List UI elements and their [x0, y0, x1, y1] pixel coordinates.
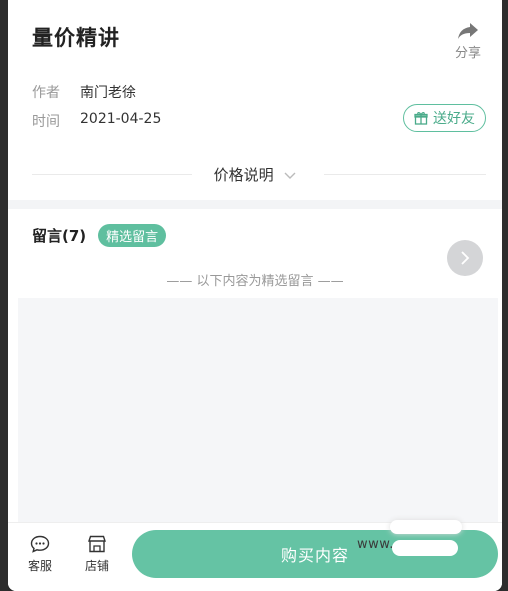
comments-header: 留言(7) 精选留言 [32, 224, 167, 247]
shop-button[interactable]: 店铺 [77, 535, 117, 574]
gift-icon [414, 112, 428, 125]
price-note-toggle[interactable]: 价格说明 [8, 164, 502, 185]
chevron-right-icon [461, 251, 470, 265]
share-label: 分享 [454, 46, 481, 61]
author-name: 南门老徐 [80, 85, 136, 101]
gift-friend-button[interactable]: 送好友 [403, 104, 486, 132]
page-title: 量价精讲 [32, 26, 120, 50]
section-gap [8, 200, 502, 209]
share-icon [458, 23, 478, 39]
watermark-smudge-2 [392, 540, 458, 556]
price-note-label: 价格说明 [213, 166, 274, 184]
comments-title: 留言(7) [32, 227, 87, 245]
share-button[interactable]: 分享 [450, 22, 486, 61]
background-right [502, 0, 508, 591]
customer-service-button[interactable]: 客服 [20, 535, 60, 574]
selected-comments-badge[interactable]: 精选留言 [98, 224, 167, 247]
author-row: 作者 南门老徐 [32, 82, 136, 102]
date-label: 时间 [32, 114, 60, 130]
shop-label: 店铺 [84, 559, 109, 573]
author-label: 作者 [32, 85, 60, 101]
comments-list [18, 298, 498, 522]
background-left [0, 0, 8, 591]
customer-service-label: 客服 [27, 559, 52, 573]
store-icon [88, 535, 106, 553]
chevron-down-icon [284, 172, 296, 179]
publish-date: 2021-04-25 [80, 111, 162, 127]
article-card: 量价精讲 分享 作者 南门老徐 时间 2021-04-25 送好友 价格说明 留… [8, 0, 502, 591]
date-row: 时间 2021-04-25 [32, 111, 161, 131]
chat-bubble-icon [30, 535, 50, 553]
gift-label: 送好友 [433, 111, 475, 127]
watermark-smudge [390, 520, 462, 534]
selected-comments-separator: —— 以下内容为精选留言 —— [166, 274, 344, 289]
